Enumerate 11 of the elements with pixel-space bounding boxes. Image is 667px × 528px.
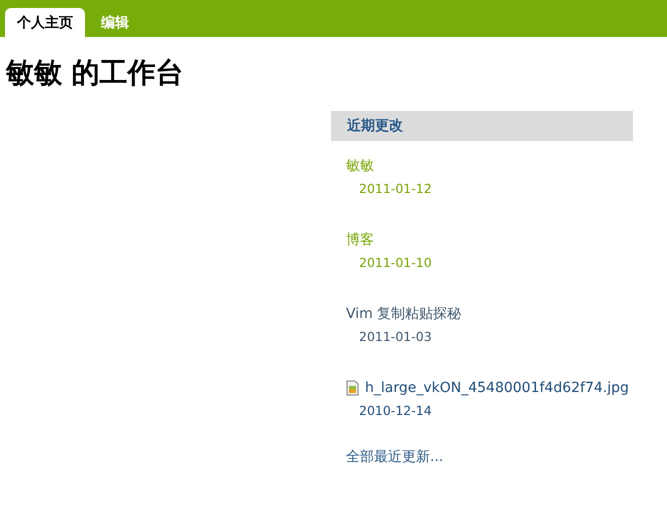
more-link[interactable]: 全部最近更新...	[346, 449, 444, 465]
tab[interactable]: 个人主页	[5, 8, 85, 37]
panel-header: 近期更改	[331, 111, 633, 141]
change-date: 2011-01-03	[359, 329, 432, 344]
image-file-icon	[346, 380, 359, 396]
page-heading: 敏敏 的工作台	[6, 55, 185, 91]
change-link[interactable]: h_large_vkON_45480001f4d62f74.jpg	[365, 380, 629, 396]
change-date: 2011-01-12	[359, 181, 432, 196]
change-date: 2011-01-10	[359, 255, 432, 270]
change-date: 2010-12-14	[359, 403, 432, 418]
change-link[interactable]: Vim 复制粘贴探秘	[346, 305, 462, 323]
